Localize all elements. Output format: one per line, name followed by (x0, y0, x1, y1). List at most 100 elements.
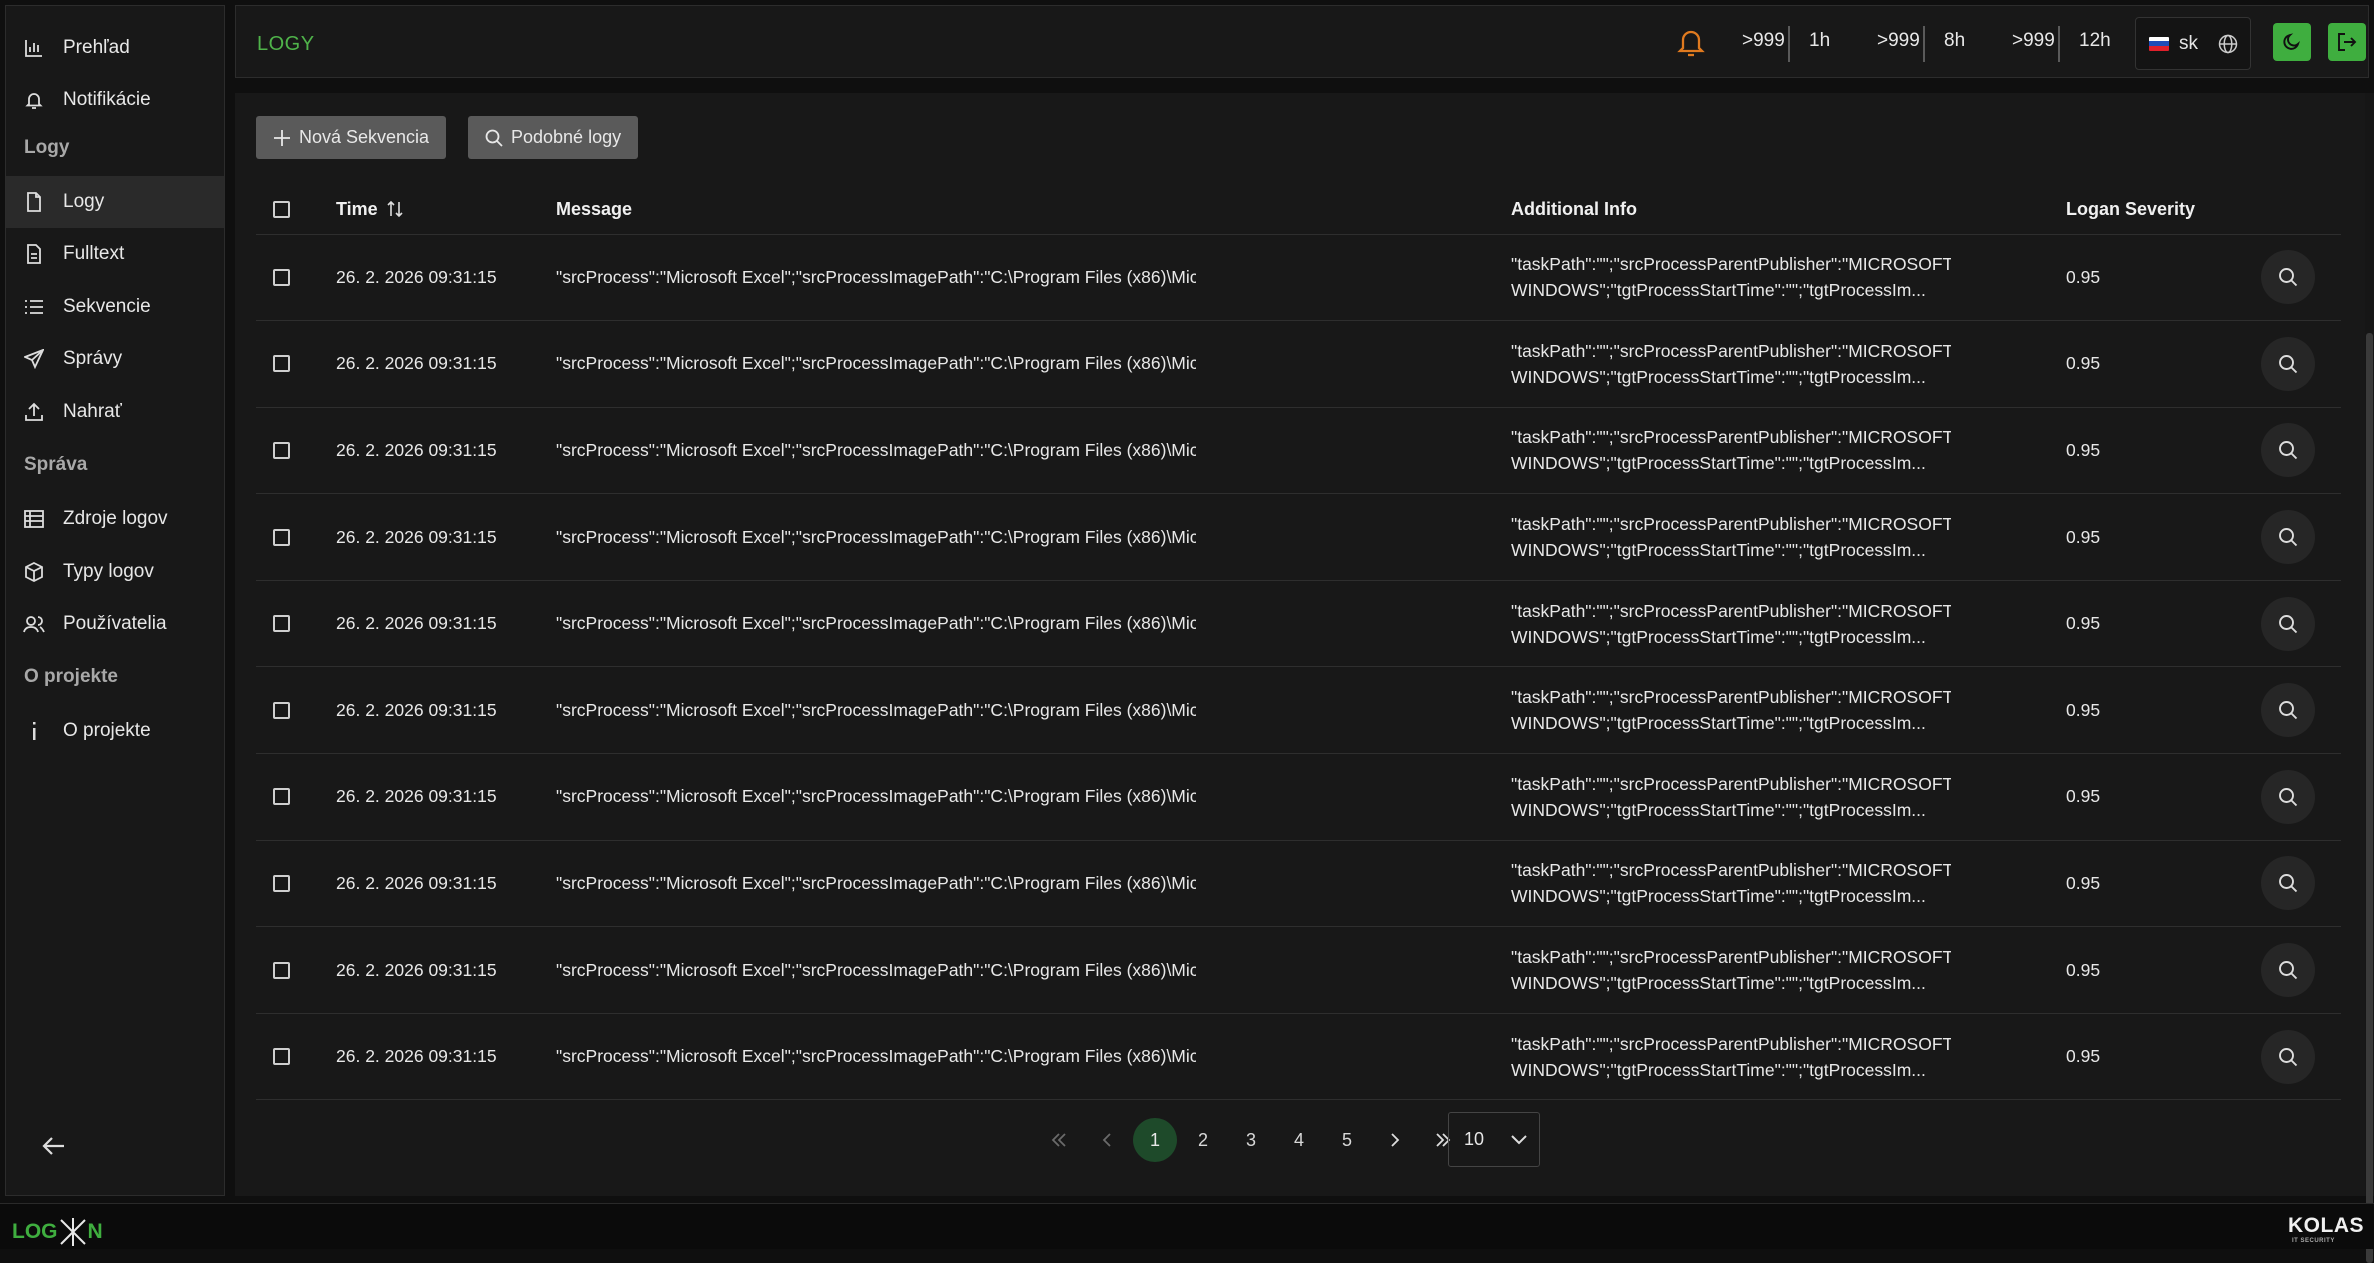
row-message: "srcProcess":"Microsoft Excel";"srcProce… (556, 353, 1196, 374)
column-header-additional-info: Additional Info (1511, 185, 2066, 235)
row-additional-info: "taskPath":"";"srcProcessParentPublisher… (1511, 773, 1951, 820)
kolas-logo-text: KOLAS (2288, 1214, 2364, 1237)
row-detail-button[interactable] (2261, 943, 2315, 998)
sidebar-item-prehlad[interactable]: Prehľad (6, 22, 224, 74)
row-severity: 0.95 (2066, 493, 2261, 581)
sidebar-item-label: Typy logov (63, 561, 154, 582)
similar-logs-label: Podobné logy (511, 127, 622, 147)
prev-page-button[interactable] (1085, 1118, 1129, 1162)
sidebar-item-label: Zdroje logov (63, 508, 168, 529)
table-row[interactable]: 26. 2. 2026 09:31:15 "srcProcess":"Micros… (256, 840, 2341, 928)
row-time: 26. 2. 2026 09:31:15 (336, 234, 556, 322)
page-size-select[interactable]: 10 (1448, 1112, 1540, 1167)
logout-button[interactable] (2328, 23, 2366, 61)
table-row[interactable]: 26. 2. 2026 09:31:15 "srcProcess":"Micros… (256, 926, 2341, 1014)
row-checkbox[interactable] (273, 788, 290, 806)
sidebar-item-nahrat[interactable]: Nahrať (6, 386, 224, 438)
row-detail-button[interactable] (2261, 856, 2315, 911)
collapse-sidebar-button[interactable] (42, 1134, 72, 1164)
row-checkbox[interactable] (273, 701, 290, 719)
page-scrollbar[interactable] (2365, 93, 2374, 1263)
box-icon (23, 561, 45, 583)
file-icon (23, 191, 45, 213)
row-checkbox[interactable] (273, 268, 290, 286)
sidebar-item-zdroje-logov[interactable]: Zdroje logov (6, 493, 224, 545)
table-row[interactable]: 26. 2. 2026 09:31:15 "srcProcess":"Micros… (256, 753, 2341, 841)
main-content: Nová Sekvencia Podobné logy Time Message… (235, 93, 2369, 1196)
counter-12h-value: >999 (2012, 30, 2055, 51)
chevron-left-icon (1102, 1133, 1111, 1147)
row-time: 26. 2. 2026 09:31:15 (336, 666, 556, 755)
chevrons-left-icon (1051, 1133, 1066, 1147)
similar-logs-button[interactable]: Podobné logy (468, 116, 639, 159)
row-detail-button[interactable] (2261, 769, 2315, 824)
language-selector[interactable]: sk (2135, 17, 2251, 70)
sidebar-item-label: O projekte (63, 720, 151, 741)
sidebar-item-label: Fulltext (63, 243, 125, 264)
next-page-button[interactable] (1373, 1118, 1417, 1162)
row-checkbox[interactable] (273, 961, 290, 979)
table-row[interactable]: 26. 2. 2026 09:31:15 "srcProcess":"Micros… (256, 1013, 2341, 1101)
row-time: 26. 2. 2026 09:31:15 (336, 1013, 556, 1101)
row-message: "srcProcess":"Microsoft Excel";"srcProce… (556, 613, 1196, 634)
row-message: "srcProcess":"Microsoft Excel";"srcProce… (556, 266, 1196, 287)
table-row[interactable]: 26. 2. 2026 09:31:15 "srcProcess":"Micros… (256, 407, 2341, 495)
notifications-bell-icon[interactable] (1676, 26, 1706, 63)
table-row[interactable]: 26. 2. 2026 09:31:15 "srcProcess":"Micros… (256, 234, 2341, 322)
row-time: 26. 2. 2026 09:31:15 (336, 320, 556, 408)
search-icon (2279, 528, 2298, 547)
page-4-button[interactable]: 4 (1277, 1118, 1321, 1162)
table-row[interactable]: 26. 2. 2026 09:31:15 "srcProcess":"Micros… (256, 666, 2341, 755)
sidebar-item-label: Používatelia (63, 613, 167, 634)
sidebar-item-typy-logov[interactable]: Typy logov (6, 546, 224, 598)
logo-text: LOG (12, 1220, 58, 1243)
table-row[interactable]: 26. 2. 2026 09:31:15 "srcProcess":"Micros… (256, 493, 2341, 581)
new-sequence-button[interactable]: Nová Sekvencia (256, 116, 447, 159)
sidebar-item-o-projekte[interactable]: O projekte (6, 705, 224, 757)
row-detail-button[interactable] (2261, 683, 2315, 738)
select-all-checkbox[interactable] (273, 200, 290, 218)
page-2-button[interactable]: 2 (1181, 1118, 1225, 1162)
row-checkbox[interactable] (273, 355, 290, 373)
page-5-button[interactable]: 5 (1325, 1118, 1369, 1162)
row-severity: 0.95 (2066, 580, 2261, 668)
page-1-button[interactable]: 1 (1133, 1118, 1177, 1162)
row-detail-button[interactable] (2261, 336, 2315, 391)
pagination: 1 2 3 4 5 10 (235, 1110, 2369, 1168)
sidebar-item-sekvencie[interactable]: Sekvencie (6, 281, 224, 333)
search-icon (2279, 961, 2298, 980)
row-detail-button[interactable] (2261, 510, 2315, 565)
counter-1h-label: 1h (1809, 30, 1831, 51)
row-detail-button[interactable] (2261, 250, 2315, 305)
row-time: 26. 2. 2026 09:31:15 (336, 753, 556, 841)
row-checkbox[interactable] (273, 1048, 290, 1066)
theme-toggle-button[interactable] (2273, 23, 2311, 61)
row-checkbox[interactable] (273, 874, 290, 892)
sidebar-item-logy[interactable]: Logy (6, 176, 224, 228)
sidebar-item-notifikacie[interactable]: Notifikácie (6, 74, 224, 126)
page-3-button[interactable]: 3 (1229, 1118, 1273, 1162)
row-detail-button[interactable] (2261, 423, 2315, 478)
row-checkbox[interactable] (273, 528, 290, 546)
sidebar-item-fulltext[interactable]: Fulltext (6, 228, 224, 280)
search-icon (2279, 614, 2298, 633)
column-header-time[interactable]: Time (336, 185, 556, 235)
row-detail-button[interactable] (2261, 596, 2315, 651)
sidebar-item-spravy[interactable]: Správy (6, 333, 224, 385)
row-time: 26. 2. 2026 09:31:15 (336, 493, 556, 581)
header: LOGY >999 1h >999 8h >999 12h sk (235, 5, 2369, 78)
row-checkbox[interactable] (273, 615, 290, 633)
first-page-button[interactable] (1037, 1118, 1081, 1162)
kolas-tagline: IT SECURITY (2292, 1238, 2335, 1244)
table-row[interactable]: 26. 2. 2026 09:31:15 "srcProcess":"Micros… (256, 320, 2341, 408)
sidebar-section-sprava: Správa (24, 454, 88, 475)
row-detail-button[interactable] (2261, 1029, 2315, 1084)
sidebar-item-pouzivatelia[interactable]: Používatelia (6, 598, 224, 650)
column-header-message: Message (556, 185, 1511, 235)
scrollbar-thumb[interactable] (2366, 333, 2373, 1263)
table-row[interactable]: 26. 2. 2026 09:31:15 "srcProcess":"Micros… (256, 580, 2341, 668)
row-severity: 0.95 (2066, 234, 2261, 322)
info-icon (23, 720, 45, 742)
search-icon (2279, 874, 2298, 893)
row-checkbox[interactable] (273, 441, 290, 459)
